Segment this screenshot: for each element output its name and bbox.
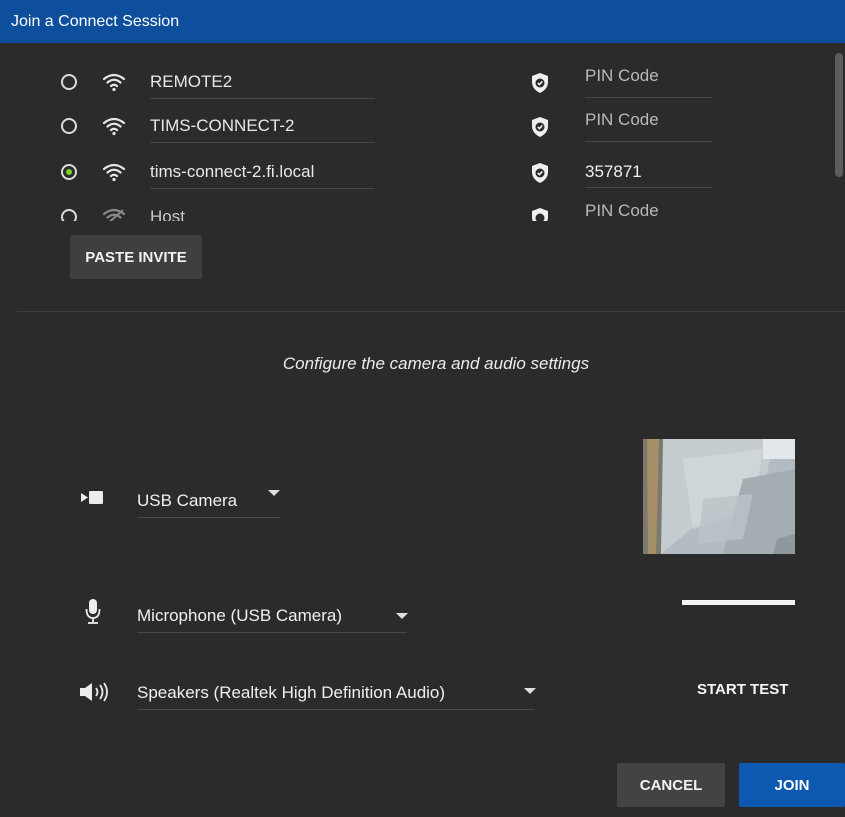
session-radio[interactable] <box>61 74 77 90</box>
session-radio[interactable] <box>61 209 77 221</box>
wifi-icon <box>102 117 126 136</box>
session-radio-selected[interactable] <box>61 164 77 180</box>
speaker-icon <box>80 682 108 702</box>
session-name: TIMS-CONNECT-2 <box>150 116 375 143</box>
session-list-scrollbar[interactable] <box>835 53 843 177</box>
session-row[interactable]: TIMS-CONNECT-2 PIN Code <box>0 107 830 147</box>
shield-check-icon <box>532 117 548 137</box>
camera-preview <box>643 439 795 554</box>
start-test-button[interactable]: START TEST <box>697 681 788 698</box>
chevron-down-icon[interactable] <box>396 613 408 619</box>
cancel-button[interactable]: CANCEL <box>617 763 725 807</box>
config-heading: Configure the camera and audio settings <box>282 354 590 373</box>
dialog-titlebar: Join a Connect Session <box>0 0 845 43</box>
session-name: REMOTE2 <box>150 72 375 99</box>
shield-check-icon <box>532 73 548 93</box>
session-name: Host <box>150 207 375 221</box>
session-row-selected[interactable]: tims-connect-2.fi.local 357871 <box>0 153 830 193</box>
speakers-select-value: Speakers (Realtek High Definition Audio) <box>137 683 446 702</box>
wifi-icon <box>102 163 126 182</box>
chevron-down-icon[interactable] <box>524 688 536 694</box>
wifi-off-icon <box>102 208 126 221</box>
camera-select-value: USB Camera <box>137 491 238 510</box>
session-row[interactable]: REMOTE2 PIN Code <box>0 63 830 103</box>
audio-level-meter <box>682 600 795 605</box>
session-radio[interactable] <box>61 118 77 134</box>
chevron-down-icon[interactable] <box>268 490 280 496</box>
shield-check-icon <box>532 163 548 183</box>
shield-check-icon <box>532 208 548 221</box>
pin-code-field[interactable]: 357871 <box>585 162 712 188</box>
pin-code-field[interactable]: PIN Code <box>585 66 712 98</box>
microphone-select-value: Microphone (USB Camera) <box>137 606 343 625</box>
section-divider <box>17 311 845 312</box>
pin-code-field[interactable]: PIN Code <box>585 201 712 221</box>
session-list[interactable]: REMOTE2 PIN Code TIMS-CONNECT-2 PIN Code <box>0 43 845 221</box>
paste-invite-button[interactable]: PASTE INVITE <box>70 235 202 279</box>
dialog-title: Join a Connect Session <box>11 13 180 30</box>
wifi-icon <box>102 73 126 92</box>
pin-code-field[interactable]: PIN Code <box>585 110 712 142</box>
microphone-icon <box>85 599 101 624</box>
speakers-select[interactable]: Speakers (Realtek High Definition Audio) <box>137 683 535 710</box>
camera-select[interactable]: USB Camera <box>137 491 280 518</box>
camera-icon <box>81 491 103 504</box>
session-row[interactable]: Host PIN Code <box>0 198 830 221</box>
microphone-select[interactable]: Microphone (USB Camera) <box>137 606 407 633</box>
session-name: tims-connect-2.fi.local <box>150 162 375 189</box>
join-button[interactable]: JOIN <box>739 763 845 807</box>
